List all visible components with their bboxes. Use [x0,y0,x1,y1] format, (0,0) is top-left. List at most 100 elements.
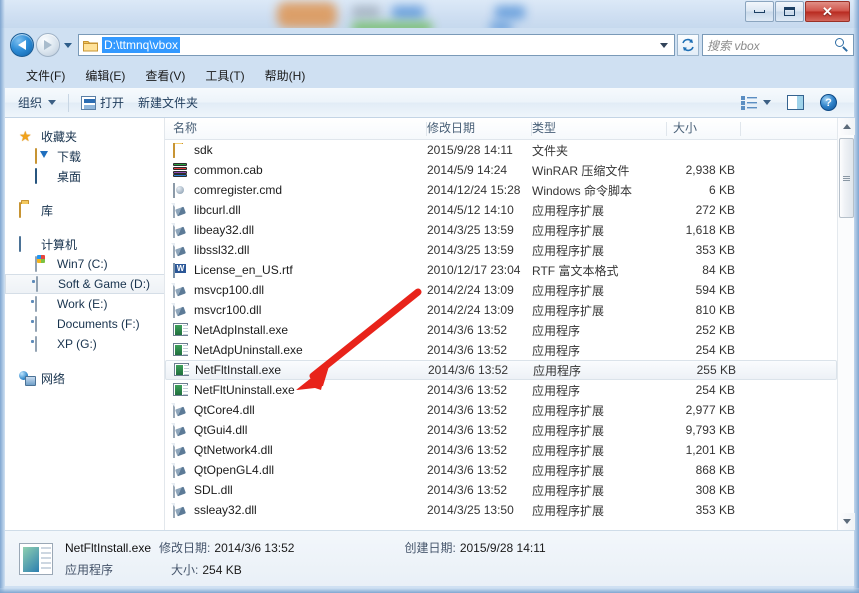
exe-icon [173,382,188,398]
sidebar-item-xp-g[interactable]: XP (G:) [5,334,165,354]
winrar-archive-icon [173,162,188,178]
details-pane: NetFltInstall.exe 修改日期: 2014/3/6 13:52 创… [5,530,854,586]
cmd-script-icon [173,182,188,198]
file-date-cell: 2014/3/6 13:52 [427,323,508,337]
table-row[interactable]: NetAdpUninstall.exe 2014/3/6 13:52 应用程序 254… [165,340,837,360]
background-blur-shape [495,6,525,19]
sidebar-item-soft-game-d[interactable]: Soft & Game (D:) [5,274,165,294]
details-file-name: NetFltInstall.exe [65,540,152,555]
sidebar-item-downloads[interactable]: 下载 [5,146,165,166]
back-button[interactable] [10,33,34,57]
table-row[interactable]: msvcp100.dll 2014/2/24 13:09 应用程序扩展 594 KB [165,280,837,300]
search-icon [835,38,849,52]
scroll-up-button[interactable] [838,118,855,135]
scroll-down-button[interactable] [838,513,855,530]
table-row[interactable]: NetAdpInstall.exe 2014/3/6 13:52 应用程序 252 K… [165,320,837,340]
file-name-cell: libeay32.dll [165,222,427,238]
file-date-cell: 2014/3/6 13:52 [427,443,508,457]
forward-arrow-icon [44,40,52,50]
table-row[interactable]: QtCore4.dll 2014/3/6 13:52 应用程序扩展 2,977 KB [165,400,837,420]
sidebar-item-computer[interactable]: 计算机 [5,234,165,254]
file-name-label: NetAdpUninstall.exe [194,343,303,357]
table-row[interactable]: NetFltInstall.exe 2014/3/6 13:52 应用程序 255 K… [165,360,837,380]
forward-button[interactable] [36,33,60,57]
search-box[interactable]: 搜索 vbox [702,34,854,56]
table-row[interactable]: libssl32.dll 2014/3/25 13:59 应用程序扩展 353 KB [165,240,837,260]
computer-icon [19,236,35,252]
address-dropdown-button[interactable] [656,42,672,48]
file-name-label: comregister.cmd [194,183,283,197]
file-name-label: SDL.dll [194,483,233,497]
sidebar-item-desktop[interactable]: 桌面 [5,166,165,186]
sidebar-item-network[interactable]: 网络 [5,368,165,388]
change-view-button[interactable] [734,93,778,113]
maximize-button[interactable] [775,1,804,22]
history-dropdown-button[interactable] [60,34,76,56]
table-row[interactable]: sdk 2015/9/28 14:11 文件夹 [165,140,837,160]
column-header-date-modified[interactable]: 修改日期 [427,119,532,139]
new-folder-label: 新建文件夹 [138,96,199,110]
column-header-name[interactable]: 名称 [165,119,427,139]
sidebar-item-win7-c[interactable]: Win7 (C:) [5,254,165,274]
new-folder-button[interactable]: 新建文件夹 [131,91,205,114]
table-row[interactable]: NetFltUninstall.exe 2014/3/6 13:52 应用程序 254… [165,380,837,400]
address-bar[interactable]: D:\ttmnq\vbox [78,34,675,56]
scrollbar-thumb[interactable] [839,138,854,218]
preview-pane-icon [787,95,804,110]
table-row[interactable]: QtGui4.dll 2014/3/6 13:52 应用程序扩展 9,793 KB [165,420,837,440]
table-row[interactable]: libeay32.dll 2014/3/25 13:59 应用程序扩展 1,618 K… [165,220,837,240]
table-row[interactable]: QtOpenGL4.dll 2014/3/6 13:52 应用程序扩展 868 KB [165,460,837,480]
menu-view[interactable]: 查看(V) [136,64,194,87]
menu-file[interactable]: 文件(F) [17,64,74,87]
address-input[interactable]: D:\ttmnq\vbox [102,37,181,53]
file-date-cell: 2014/3/6 13:52 [427,343,508,357]
menu-edit[interactable]: 编辑(E) [76,64,134,87]
sidebar-item-documents-f[interactable]: Documents (F:) [5,314,165,334]
file-date-cell: 2014/3/6 13:52 [427,483,508,497]
vertical-scrollbar[interactable] [837,118,855,530]
file-type-cell: 应用程序扩展 [532,223,605,238]
dll-icon [173,502,188,518]
menu-tools[interactable]: 工具(T) [196,64,253,87]
file-name-label: License_en_US.rtf [194,263,293,277]
file-size-cell: 252 KB [695,323,735,337]
file-size-cell: 868 KB [695,463,735,477]
open-button[interactable]: 打开 [74,91,131,114]
help-button[interactable]: ? [813,91,844,114]
organize-button[interactable]: 组织 [11,91,63,114]
table-row[interactable]: comregister.cmd 2014/12/24 15:28 Windows 命… [165,180,837,200]
details-file-type: 应用程序 [65,563,114,577]
file-type-cell: 应用程序扩展 [532,483,605,498]
file-date-cell: 2014/2/24 13:09 [427,283,514,297]
file-name-label: QtOpenGL4.dll [194,463,275,477]
file-name-cell: NetAdpUninstall.exe [165,342,427,358]
column-header-type[interactable]: 类型 [532,119,667,139]
menu-bar: 文件(F) 编辑(E) 查看(V) 工具(T) 帮助(H) [5,63,854,87]
table-row[interactable]: ssleay32.dll 2014/3/25 13:50 应用程序扩展 353 KB [165,500,837,520]
table-row[interactable]: License_en_US.rtf 2010/12/17 23:04 RTF 富文本… [165,260,837,280]
file-date-cell: 2014/2/24 13:09 [427,303,514,317]
file-list-pane[interactable]: 名称 修改日期 类型 大小 sdk 2015/9/28 14:11 文件夹 commo… [165,118,837,530]
file-date-cell: 2015/9/28 14:11 [427,143,513,157]
sidebar-item-favorites[interactable]: ★ 收藏夹 [5,126,165,146]
chevron-down-icon [660,42,668,48]
sidebar-item-work-e[interactable]: Work (E:) [5,294,165,314]
column-header-size[interactable]: 大小 [667,119,741,139]
table-row[interactable]: libcurl.dll 2014/5/12 14:10 应用程序扩展 272 KB [165,200,837,220]
file-type-cell: WinRAR 压缩文件 [532,163,630,178]
table-row[interactable]: common.cab 2014/5/9 14:24 WinRAR 压缩文件 2,938… [165,160,837,180]
search-input[interactable]: 搜索 vbox [707,37,835,54]
minimize-button[interactable] [745,1,774,22]
table-row[interactable]: QtNetwork4.dll 2014/3/6 13:52 应用程序扩展 1,201 … [165,440,837,460]
refresh-button[interactable] [677,34,699,56]
table-row[interactable]: msvcr100.dll 2014/2/24 13:09 应用程序扩展 810 KB [165,300,837,320]
sidebar-item-label: Win7 (C:) [57,257,108,271]
explorer-body: ★ 收藏夹 下载 桌面 库 计算机 Win7 (C:) Soft & Game … [5,118,855,530]
close-button[interactable]: ✕ [805,1,850,22]
menu-help[interactable]: 帮助(H) [256,64,315,87]
table-row[interactable]: SDL.dll 2014/3/6 13:52 应用程序扩展 308 KB [165,480,837,500]
chevron-down-icon [48,100,57,105]
sidebar-item-libraries[interactable]: 库 [5,200,165,220]
navigation-pane[interactable]: ★ 收藏夹 下载 桌面 库 计算机 Win7 (C:) Soft & Game … [5,118,165,530]
preview-pane-button[interactable] [780,92,811,113]
